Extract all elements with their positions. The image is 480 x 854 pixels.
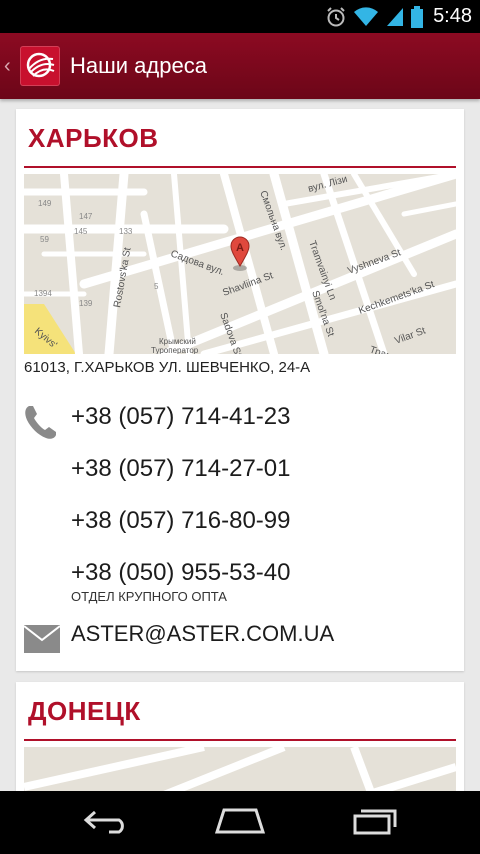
battery-icon (411, 5, 424, 28)
wifi-icon (353, 6, 379, 28)
svg-text:Крымский: Крымский (159, 337, 196, 346)
phone-note: ОТДЕЛ КРУПНОГО ОПТА (71, 589, 227, 604)
home-button[interactable] (200, 801, 280, 845)
recent-apps-button[interactable] (335, 801, 415, 845)
phone-number[interactable]: +38 (050) 955-53-40 (71, 559, 291, 587)
location-map[interactable] (24, 747, 456, 791)
svg-text:139: 139 (79, 299, 93, 308)
svg-text:1394: 1394 (34, 289, 52, 298)
email-address[interactable]: ASTER@ASTER.COM.UA (71, 621, 334, 647)
phone-number[interactable]: +38 (057) 716-80-99 (71, 507, 291, 535)
location-map[interactable]: Смольна вул. вул. Лізи Садова вул. Shavl… (24, 174, 456, 354)
screen-title: Наши адреса (70, 53, 207, 78)
svg-text:A: A (236, 242, 244, 254)
address-text: 61013, Г.ХАРЬКОВ УЛ. ШЕВЧЕНКО, 24-А (24, 359, 311, 376)
divider (24, 166, 456, 168)
back-icon (83, 808, 131, 838)
svg-text:133: 133 (119, 227, 133, 236)
phone-icon (22, 403, 58, 445)
navigation-bar (0, 791, 480, 854)
city-title: ДОНЕЦК (28, 696, 141, 726)
svg-text:147: 147 (79, 212, 93, 221)
status-bar: 5:48 (0, 0, 480, 33)
recent-apps-icon (351, 807, 399, 839)
phone-number[interactable]: +38 (057) 714-27-01 (71, 455, 291, 483)
svg-text:5: 5 (154, 282, 159, 291)
svg-text:59: 59 (40, 235, 49, 244)
location-card-kharkiv: ХАРЬКОВ Смольна вул. вул. Лізи Садова ву… (16, 109, 464, 671)
email-icon (23, 625, 61, 657)
city-title: ХАРЬКОВ (28, 123, 159, 153)
location-card-donetsk: ДОНЕЦК (16, 682, 464, 791)
status-time: 5:48 (433, 5, 472, 27)
svg-text:Туроператор: Туроператор (151, 346, 199, 354)
address-list[interactable]: ХАРЬКОВ Смольна вул. вул. Лізи Садова ву… (0, 99, 480, 791)
signal-icon (385, 6, 405, 28)
svg-text:145: 145 (74, 227, 88, 236)
back-button[interactable] (67, 801, 147, 845)
home-icon (214, 807, 266, 839)
svg-text:149: 149 (38, 199, 52, 208)
app-logo-icon[interactable] (20, 46, 60, 86)
divider (24, 739, 456, 741)
action-bar: ‹ Наши адреса (0, 33, 480, 99)
up-navigation-icon[interactable]: ‹ (4, 55, 16, 78)
phone-number[interactable]: +38 (057) 714-41-23 (71, 403, 291, 431)
alarm-icon (325, 6, 347, 28)
